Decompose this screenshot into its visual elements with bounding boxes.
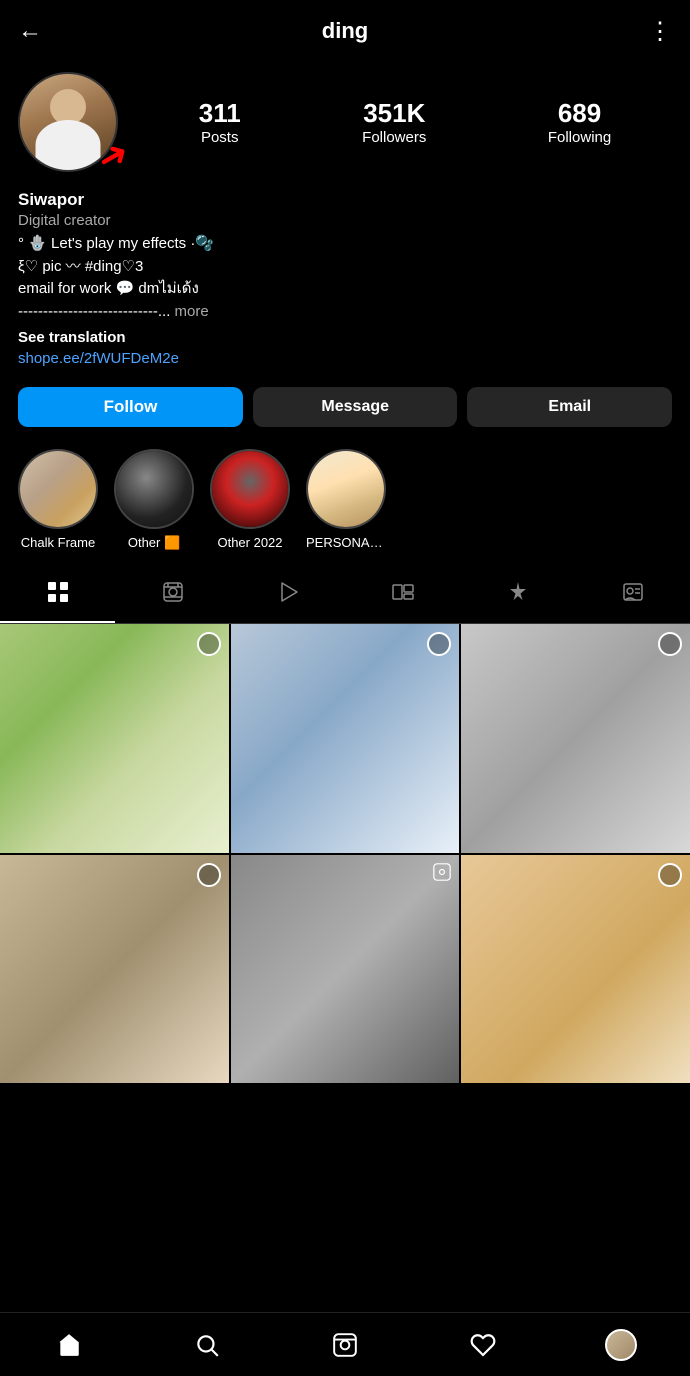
select-circle-4 [197,863,221,887]
select-circle-2 [427,632,451,656]
nav-reels[interactable] [321,1321,369,1369]
nav-profile[interactable] [597,1321,645,1369]
select-circle-3 [658,632,682,656]
highlight-label-other: Other 🟧 [128,535,180,551]
stats-section: 311 Posts 351K Followers 689 Following [138,98,672,146]
tab-effects[interactable] [460,567,575,623]
reels-icon [162,581,184,609]
more-button[interactable]: ⋮ [648,17,672,46]
highlights-section: Chalk Frame Other 🟧 Other 2022 PERSONAL … [0,443,690,567]
bio-more-button[interactable]: more [175,303,209,320]
nav-likes[interactable] [459,1321,507,1369]
grid-cell-2[interactable] [231,624,460,853]
action-buttons: Follow Message Email [0,377,690,443]
highlight-circle-chalk [18,449,98,529]
tagged-icon [392,581,414,609]
select-circle-6 [658,863,682,887]
highlight-other[interactable]: Other 🟧 [114,449,194,551]
red-arrow-indicator: ➜ [91,133,135,179]
tabs-bar [0,567,690,624]
reel-icon-5 [433,863,451,886]
bio-line1: ° 🪬 Let's play my effects ·🫧 [18,233,672,256]
email-button[interactable]: Email [467,387,672,427]
select-circle-1 [197,632,221,656]
bio-line3: email for work 💬 dmไม่เด้ง [18,278,672,301]
followers-label: Followers [362,129,426,146]
grid-cell-4[interactable] [0,855,229,1084]
following-label: Following [548,129,611,146]
effects-icon [507,581,529,609]
followers-count: 351K [363,98,425,129]
bio-line2: ξ♡ pic 〰 #ding♡3 [18,256,672,279]
tab-reels[interactable] [115,567,230,623]
tab-video[interactable] [230,567,345,623]
bio-line4: ----------------------------... more [18,301,672,324]
play-icon [277,581,299,609]
bottom-nav [0,1312,690,1376]
photo-grid [0,624,690,1083]
top-nav: ← ding ⋮ [0,0,690,62]
bio-section: Siwapor Digital creator ° 🪬 Let's play m… [0,184,690,377]
bottom-avatar [605,1329,637,1361]
follow-button[interactable]: Follow [18,387,243,427]
profile-header: ➜ 311 Posts 351K Followers 689 Following [0,62,690,184]
tab-profile-card[interactable] [575,567,690,623]
see-translation-button[interactable]: See translation [18,329,672,346]
grid-cell-5[interactable] [231,855,460,1084]
profile-username: ding [322,18,368,44]
message-button[interactable]: Message [253,387,458,427]
profile-role: Digital creator [18,212,672,229]
highlight-label-other2022: Other 2022 [217,535,282,550]
highlight-circle-other [114,449,194,529]
posts-label: Posts [201,129,239,146]
grid-cell-1[interactable] [0,624,229,853]
back-button[interactable]: ← [18,17,42,45]
highlight-circle-personal [306,449,386,529]
highlight-label-chalk: Chalk Frame [21,535,95,550]
highlight-personal[interactable]: PERSONAL C... [306,449,386,551]
nav-search[interactable] [183,1321,231,1369]
tab-grid[interactable] [0,567,115,623]
highlight-chalk-frame[interactable]: Chalk Frame [18,449,98,551]
avatar-wrap: ➜ [18,72,118,172]
grid-icon [47,581,69,609]
stat-followers[interactable]: 351K Followers [362,98,426,146]
highlight-label-personal: PERSONAL C... [306,535,386,550]
posts-count: 311 [199,98,241,129]
stat-posts[interactable]: 311 Posts [199,98,241,146]
grid-cell-6[interactable] [461,855,690,1084]
following-count: 689 [558,98,601,129]
highlight-other2022[interactable]: Other 2022 [210,449,290,551]
profile-card-icon [622,581,644,609]
stat-following[interactable]: 689 Following [548,98,611,146]
grid-cell-3[interactable] [461,624,690,853]
profile-link[interactable]: shope.ee/2fWUFDeM2e [18,350,672,367]
highlight-circle-other2022 [210,449,290,529]
profile-name: Siwapor [18,190,672,210]
tab-tagged[interactable] [345,567,460,623]
nav-home[interactable] [45,1321,93,1369]
